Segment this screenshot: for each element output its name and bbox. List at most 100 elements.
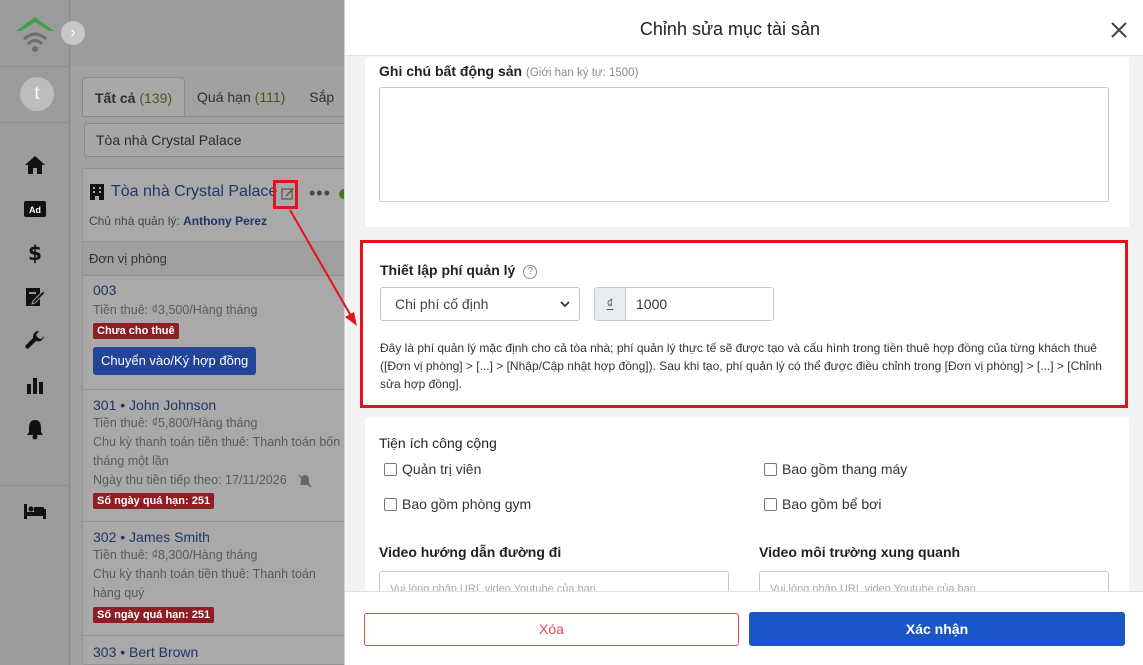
amenity-pool-checkbox[interactable]: Bao gồm bể bơi [764, 496, 881, 512]
bed-icon[interactable] [22, 500, 48, 522]
owner-name[interactable]: Anthony Perez [183, 214, 267, 228]
checkbox-box[interactable] [384, 497, 397, 511]
fee-amount-input[interactable]: 1000 [626, 288, 667, 320]
fee-amount-field[interactable]: ₫ 1000 [594, 287, 774, 321]
checkbox-box[interactable] [764, 497, 777, 511]
ad-icon[interactable]: Ad [22, 198, 48, 220]
tab-label: Quá hạn [197, 89, 251, 105]
notes-hint: (Giới hạn ký tự: 1500) [526, 67, 639, 79]
notes-label: Ghi chú bất động sản [379, 63, 523, 79]
home-icon[interactable] [22, 154, 48, 176]
collapse-button[interactable]: › [61, 21, 85, 45]
units-section-header: Đơn vị phòng [83, 241, 353, 276]
amenity-gym-checkbox[interactable]: Bao gồm phòng gym [384, 496, 531, 512]
building-icon [90, 184, 104, 200]
currency-symbol: ₫ [595, 288, 626, 320]
fee-label-row: Thiết lập phí quản lý? [380, 262, 538, 279]
building-card: Tòa nhà Crystal Palace ••• Chủ nhà quản … [82, 168, 353, 665]
fee-type-select[interactable]: Chi phí cố định [380, 287, 580, 321]
confirm-button[interactable]: Xác nhận [749, 612, 1125, 646]
modal-title: Chỉnh sửa mục tài sản [639, 19, 821, 39]
tab-label: Tất cả [95, 90, 136, 106]
unit-rent: Tiền thuê: ₫3,500/Hàng tháng [93, 303, 258, 317]
unit-payment-cycle: Chu kỳ thanh toán tiền thuê: Thanh toán … [93, 435, 341, 468]
video-directions-input[interactable]: Vui lòng nhập URL video Youtube của bạn [379, 571, 729, 591]
amenity-elevator-checkbox[interactable]: Bao gồm thang máy [764, 461, 907, 477]
notes-label-row: Ghi chú bất động sản (Giới hạn ký tự: 15… [379, 63, 638, 79]
owner-label: Chủ nhà quản lý: [89, 214, 180, 228]
amenity-admin-checkbox[interactable]: Quản trị viên [384, 461, 481, 477]
unit-name[interactable]: 301 • John Johnson [93, 397, 343, 413]
ad-icon-label: Ad [29, 205, 41, 215]
svg-text:$: $ [28, 242, 42, 264]
tab-label: Sắp [309, 89, 335, 105]
unit-next-collection: Ngày thu tiền tiếp theo: 17/11/2026 [93, 473, 287, 487]
notes-textarea[interactable] [379, 87, 1109, 202]
unit-item[interactable]: 303 • Bert Brown [93, 644, 198, 660]
rail-divider [0, 122, 70, 123]
avatar[interactable]: t [20, 77, 54, 111]
rail-divider [0, 66, 70, 67]
checkbox-box[interactable] [384, 462, 397, 476]
modal-body: Ghi chú bất động sản (Giới hạn ký tự: 15… [345, 57, 1143, 591]
amenity-label: Quản trị viên [402, 461, 482, 477]
video-surroundings-label: Video môi trường xung quanh [759, 544, 961, 560]
delete-button[interactable]: Xóa [364, 613, 739, 646]
building-search-input[interactable]: Tòa nhà Crystal Palace [84, 123, 352, 157]
modal-header: Chỉnh sửa mục tài sản [345, 0, 1143, 56]
video-section: Video hướng dẫn đường đi Video môi trườn… [365, 527, 1129, 591]
amenity-label: Bao gồm phòng gym [402, 496, 532, 512]
fee-description: Đây là phí quản lý mặc định cho cả tòa n… [380, 341, 1102, 391]
fee-type-value: Chi phí cố định [395, 296, 489, 312]
amenity-label: Bao gồm bể bơi [782, 496, 882, 512]
status-badge: Chưa cho thuê [93, 323, 179, 339]
tabs-divider [82, 116, 352, 117]
notes-section: Ghi chú bất động sản (Giới hạn ký tự: 15… [365, 57, 1129, 227]
contract-icon[interactable] [22, 286, 48, 308]
fee-label: Thiết lập phí quản lý [380, 262, 516, 278]
property-list-panel: Tất cả (139) Quá hạn (111) Sắp Tòa nhà C… [71, 0, 353, 665]
tab-count: (139) [139, 90, 173, 106]
owner-line: Chủ nhà quản lý: Anthony Perez [89, 214, 267, 228]
unit-name[interactable]: 303 • Bert Brown [93, 644, 198, 660]
tab-upcoming[interactable]: Sắp [297, 77, 346, 117]
unit-item[interactable]: 302 • James Smith Tiền thuê: ₫8,300/Hàng… [93, 529, 343, 623]
management-fee-section: Thiết lập phí quản lý? Chi phí cố định ₫… [360, 240, 1128, 408]
video-surroundings-input[interactable]: Vui lòng nhập URL video Youtube của bạn [759, 571, 1109, 591]
unit-divider [83, 521, 353, 522]
unit-rent: Tiền thuê: ₫5,800/Hàng tháng [93, 416, 258, 430]
unit-name[interactable]: 003 [93, 282, 257, 298]
edit-property-modal: Chỉnh sửa mục tài sản Ghi chú bất động s… [344, 0, 1143, 665]
dollar-icon[interactable]: $ [22, 242, 48, 264]
unit-rent: Tiền thuê: ₫8,300/Hàng tháng [93, 548, 258, 562]
building-name: Tòa nhà Crystal Palace [111, 183, 278, 200]
close-icon[interactable] [1109, 20, 1129, 40]
overdue-badge: Số ngày quá hạn: 251 [93, 493, 215, 509]
amenities-section: Tiện ích công cộng Quản trị viên Bao gồm… [365, 417, 1129, 527]
unit-name[interactable]: 302 • James Smith [93, 529, 343, 545]
building-title[interactable]: Tòa nhà Crystal Palace [89, 183, 277, 201]
tab-overdue[interactable]: Quá hạn (111) [185, 77, 297, 117]
amenity-label: Bao gồm thang máy [782, 461, 908, 477]
amenities-label: Tiện ích công cộng [379, 435, 497, 451]
video-directions-label: Video hướng dẫn đường đi [379, 544, 562, 560]
more-options-icon[interactable]: ••• [309, 183, 331, 204]
tab-all[interactable]: Tất cả (139) [82, 77, 186, 117]
move-in-button[interactable]: Chuyển vào/Ký hợp đồng [93, 347, 257, 375]
app-logo[interactable] [14, 14, 56, 54]
unit-divider [83, 389, 353, 390]
bell-off-icon[interactable] [297, 473, 313, 488]
unit-payment-cycle: Chu kỳ thanh toán tiền thuê: Thanh toán … [93, 567, 316, 600]
modal-footer: Xóa Xác nhận [345, 591, 1143, 665]
checkbox-box[interactable] [764, 462, 777, 476]
bell-icon[interactable] [22, 418, 48, 440]
nav-rail: t Ad $ [0, 0, 70, 665]
overdue-badge: Số ngày quá hạn: 251 [93, 607, 215, 623]
tab-count: (111) [254, 89, 286, 105]
chart-icon[interactable] [22, 374, 48, 396]
wrench-icon[interactable] [22, 330, 48, 352]
filter-tabs: Tất cả (139) Quá hạn (111) Sắp [82, 77, 346, 117]
unit-item[interactable]: 003 Tiền thuê: ₫3,500/Hàng tháng Chưa ch… [93, 282, 257, 375]
help-icon[interactable]: ? [523, 265, 538, 279]
unit-item[interactable]: 301 • John Johnson Tiền thuê: ₫5,800/Hàn… [93, 397, 343, 509]
